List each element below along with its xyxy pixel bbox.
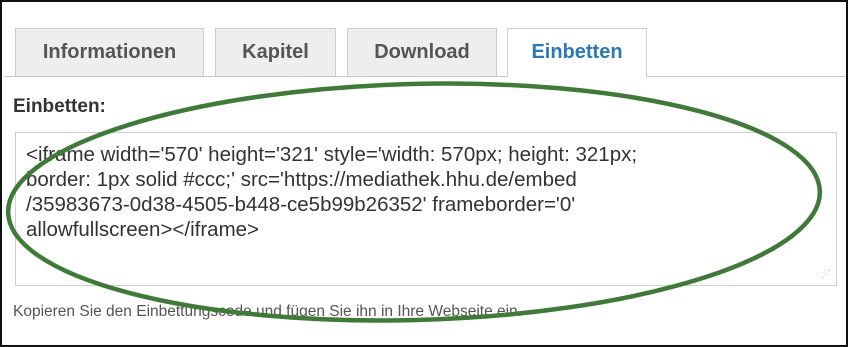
embed-code-line: allowfullscreen></iframe> xyxy=(26,218,260,241)
tab-informationen[interactable]: Informationen xyxy=(15,28,204,76)
tab-kapitel[interactable]: Kapitel xyxy=(215,28,336,76)
embed-code-line: <iframe width='570' height='321' style='… xyxy=(26,143,638,166)
tab-bar-divider xyxy=(4,76,846,77)
embed-section-label: Einbetten: xyxy=(13,96,106,117)
embed-panel: Informationen Kapitel Download Einbetten… xyxy=(0,0,848,347)
tab-bar: Informationen Kapitel Download Einbetten xyxy=(4,24,846,79)
tab-einbetten[interactable]: Einbetten xyxy=(507,28,647,77)
embed-code-line: border: 1px solid #ccc;' src='https://me… xyxy=(26,168,577,191)
embed-hint-text: Kopieren Sie den Einbettungscode und füg… xyxy=(13,303,522,320)
embed-code-textarea[interactable]: <iframe width='570' height='321' style='… xyxy=(15,132,837,286)
embed-code-line: /35983673-0d38-4505-b448-ce5b99b26352' f… xyxy=(26,193,576,216)
resize-grip-icon[interactable]: ⋰ xyxy=(821,270,833,282)
tab-download[interactable]: Download xyxy=(347,28,497,76)
